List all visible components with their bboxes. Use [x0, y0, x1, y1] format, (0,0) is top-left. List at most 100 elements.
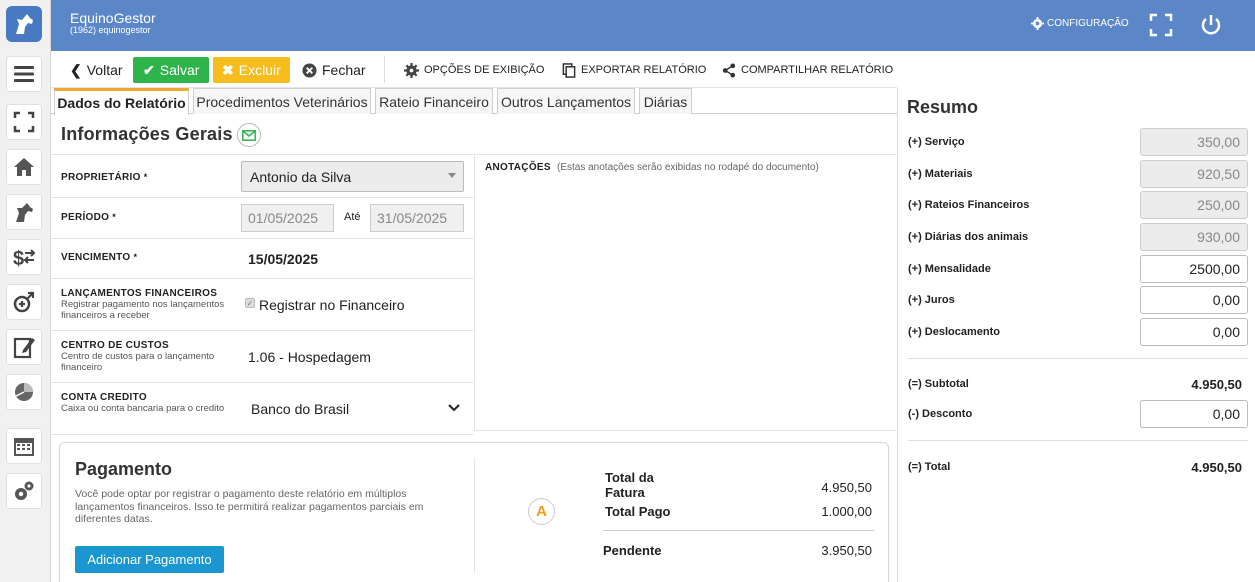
summary-materials-field: 920,50 [1140, 160, 1248, 188]
email-icon[interactable] [237, 123, 261, 147]
svg-text:$: $ [13, 248, 24, 270]
summary-diarias-label: (+) Diárias dos animais [908, 231, 1029, 243]
back-button[interactable]: ❮ Voltar [70, 57, 123, 83]
required-asterisk: * [143, 172, 148, 182]
period-start-input[interactable]: 01/05/2025 [241, 204, 334, 232]
chevron-down-icon[interactable] [448, 404, 460, 412]
config-label: CONFIGURAÇÃO [1047, 18, 1129, 29]
total-paid-label: Total Pago [605, 504, 671, 519]
tab-procedimentos-veterinarios[interactable]: Procedimentos Veterinários [193, 88, 371, 114]
close-circle-icon [302, 62, 317, 78]
fullscreen-toggle-icon[interactable] [1149, 13, 1173, 37]
delete-button[interactable]: ✖ Excluir [213, 57, 290, 83]
summary-rateios-label: (+) Rateios Financeiros [908, 199, 1030, 211]
power-icon[interactable] [1199, 13, 1223, 37]
period-end-input[interactable]: 31/05/2025 [370, 204, 464, 232]
gear-icon [404, 62, 419, 78]
share-label: COMPARTILHAR RELATÓRIO [741, 64, 894, 76]
period-until-label: Até [344, 211, 361, 223]
finance-icon[interactable]: $ [6, 239, 42, 275]
period-row: PERÍODO * 01/05/2025 Até 31/05/2025 [51, 198, 474, 239]
add-payment-button[interactable]: Adicionar Pagamento [75, 546, 224, 573]
summary-subtotal-value: 4.950,50 [1191, 377, 1242, 392]
export-label: EXPORTAR RELATÓRIO [581, 64, 707, 76]
summary-divider [908, 440, 1248, 441]
summary-total-label: (=) Total [908, 461, 951, 473]
register-financial-checkbox[interactable]: ✓ [245, 298, 255, 308]
total-invoice-value: 4.950,50 [821, 480, 872, 495]
summary-interest-input[interactable]: 0,00 [1140, 286, 1248, 314]
pending-value: 3.950,50 [821, 543, 872, 558]
summary-divider [908, 358, 1248, 359]
status-badge: A [528, 498, 555, 525]
left-sidebar: $ [0, 0, 51, 582]
due-date-value[interactable]: 15/05/2025 [248, 251, 318, 267]
notes-icon[interactable] [6, 329, 42, 365]
tab-rateio-financeiro[interactable]: Rateio Financeiro [375, 88, 493, 114]
summary-rateios-field: 250,00 [1140, 191, 1248, 219]
total-paid-value: 1.000,00 [821, 504, 872, 519]
horse-icon[interactable] [6, 194, 42, 230]
tab-diarias[interactable]: Diárias [639, 88, 692, 114]
summary-panel: Resumo (+) Serviço 350,00 (+) Materiais … [897, 88, 1255, 582]
summary-monthly-input[interactable]: 2500,00 [1140, 255, 1248, 283]
financial-label: LANÇAMENTOS FINANCEIROS [61, 288, 218, 299]
close-label: Fechar [322, 62, 366, 78]
tab-dados-do-relatorio[interactable]: Dados do Relatório [54, 88, 189, 115]
close-x-icon: ✖ [222, 61, 234, 78]
account-subtitle: (1962) equinogestor [70, 25, 151, 35]
calendar-icon[interactable] [6, 428, 42, 464]
notes-hint: (Estas anotações serão exibidas no rodap… [557, 162, 819, 173]
payment-card: Pagamento Você pode optar por registrar … [59, 442, 889, 582]
display-options-button[interactable]: OPÇÕES DE EXIBIÇÃO [404, 57, 544, 83]
reports-icon[interactable] [6, 374, 42, 410]
tab-outros-lancamentos[interactable]: Outros Lançamentos [497, 88, 635, 114]
chevron-left-icon: ❮ [70, 61, 82, 78]
summary-monthly-label: (+) Mensalidade [908, 263, 991, 275]
menu-icon[interactable] [6, 56, 42, 92]
delete-label: Excluir [238, 62, 281, 78]
app-title: EquinoGestor [70, 10, 156, 26]
period-label: PERÍODO [61, 212, 110, 223]
financial-row: LANÇAMENTOS FINANCEIROS Registrar pagame… [51, 279, 474, 331]
home-icon[interactable] [6, 149, 42, 185]
toolbar: ❮ Voltar ✔ Salvar ✖ Excluir Fechar OPÇÕE… [51, 51, 897, 88]
cost-center-row: CENTRO DE CUSTOS Centro de custos para o… [51, 331, 474, 383]
gear-icon [1031, 17, 1044, 30]
register-financial-label: Registrar no Financeiro [259, 297, 405, 313]
export-report-button[interactable]: EXPORTAR RELATÓRIO [562, 57, 706, 83]
summary-materials-label: (+) Materiais [908, 168, 973, 180]
credit-account-select[interactable]: Banco do Brasil [251, 401, 349, 417]
fullscreen-icon[interactable] [6, 104, 42, 140]
totals-divider [603, 530, 874, 531]
summary-travel-input[interactable]: 0,00 [1140, 318, 1248, 346]
summary-diarias-field: 930,00 [1140, 223, 1248, 251]
financial-help: Registrar pagamento nos lançamentos fina… [61, 299, 225, 321]
share-report-button[interactable]: COMPARTILHAR RELATÓRIO [722, 57, 893, 83]
section-title: Informações Gerais [61, 124, 233, 144]
settings-icon[interactable] [6, 473, 42, 509]
close-button[interactable]: Fechar [302, 57, 366, 83]
owner-select[interactable]: Antonio da Silva [241, 161, 464, 192]
summary-total-value: 4.950,50 [1191, 460, 1242, 475]
top-header: EquinoGestor (1962) equinogestor CONFIGU… [51, 0, 1255, 51]
app-logo[interactable] [6, 6, 42, 42]
total-invoice-label: Total da Fatura [605, 470, 654, 500]
payment-title: Pagamento [75, 459, 173, 479]
cost-center-help: Centro de custos para o lançamento finan… [61, 351, 215, 373]
credit-account-label: CONTA CREDITO [61, 392, 147, 403]
cost-center-value[interactable]: 1.06 - Hospedagem [248, 349, 371, 365]
breeding-icon[interactable] [6, 284, 42, 320]
notes-label: ANOTAÇÕES [485, 162, 551, 173]
config-button[interactable]: CONFIGURAÇÃO [1031, 17, 1129, 30]
summary-discount-input[interactable]: 0,00 [1140, 400, 1248, 428]
summary-service-field: 350,00 [1140, 128, 1248, 156]
due-row: VENCIMENTO * 15/05/2025 [51, 239, 474, 279]
share-icon [722, 62, 736, 78]
owner-value: Antonio da Silva [250, 168, 352, 185]
cost-center-label: CENTRO DE CUSTOS [61, 340, 169, 351]
owner-label: PROPRIETÁRIO [61, 172, 141, 183]
save-button[interactable]: ✔ Salvar [133, 57, 210, 83]
notes-area[interactable]: ANOTAÇÕES (Estas anotações serão exibida… [474, 154, 896, 431]
owner-row: PROPRIETÁRIO * Antonio da Silva [51, 154, 474, 198]
